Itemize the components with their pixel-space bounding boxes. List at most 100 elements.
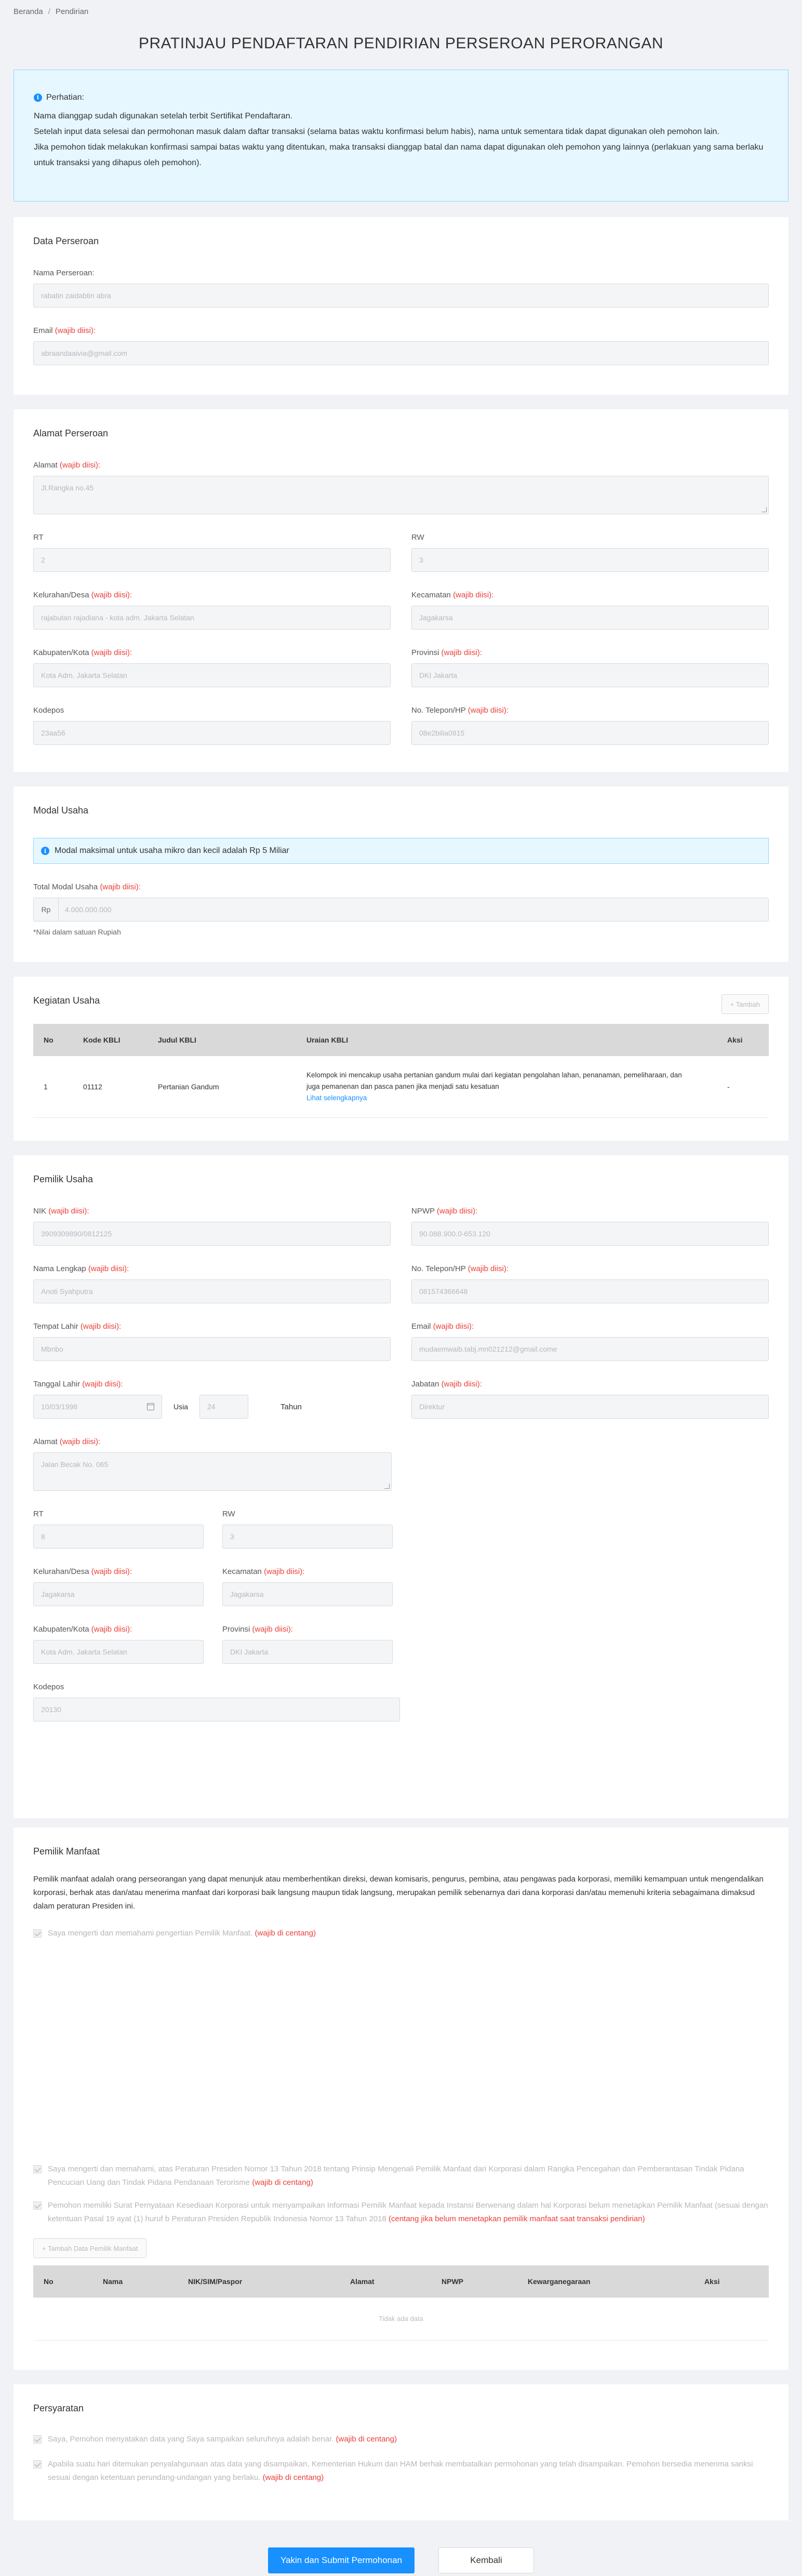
checkbox[interactable] — [33, 2460, 42, 2468]
table-header: Nama — [103, 2277, 123, 2286]
calendar-icon[interactable] — [147, 1403, 154, 1410]
jabatan-field[interactable]: Direktur — [411, 1395, 769, 1419]
kodepos-field[interactable]: 23aa56 — [33, 721, 391, 745]
kelurahan-field[interactable]: Jagakarsa — [33, 1582, 204, 1606]
field-label: Total Modal Usaha (wajib diisi): — [33, 883, 141, 891]
table-header: No — [44, 2277, 54, 2286]
table-cell: Pertanian Gandum — [148, 1056, 296, 1118]
field-label: Kecamatan (wajib diisi): — [411, 591, 494, 599]
usia-field: 24 — [199, 1395, 249, 1419]
field-label: RW — [411, 533, 424, 542]
page: Beranda / Pendirian PRATINJAU PENDAFTARA… — [0, 0, 802, 2576]
table-cell: Kelompok ini mencakup usaha pertanian ga… — [296, 1056, 717, 1118]
total-modal-value[interactable]: 4.000.000.000 — [59, 898, 768, 921]
field-label: Kabupaten/Kota (wajib diisi): — [33, 1625, 132, 1634]
submit-button[interactable]: Yakin dan Submit Permohonan — [268, 2547, 415, 2573]
rw-field[interactable]: 3 — [222, 1525, 393, 1549]
manfaat-check-3[interactable]: Pemohon memiliki Surat Pernyataan Kesedi… — [33, 2199, 769, 2226]
persyaratan-check-2[interactable]: Apabila suatu hari ditemukan penyalahgun… — [33, 2458, 769, 2485]
rw-field[interactable]: 3 — [411, 548, 769, 572]
provinsi-field[interactable]: DKI Jakarta — [222, 1640, 393, 1664]
field-label: Kelurahan/Desa (wajib diisi): — [33, 1567, 132, 1576]
field-label: Kelurahan/Desa (wajib diisi): — [33, 591, 132, 599]
breadcrumb: Beranda / Pendirian — [0, 0, 802, 23]
checkbox[interactable] — [33, 1929, 42, 1938]
section-title: Pemilik Usaha — [33, 1174, 93, 1184]
kbli-table: No Kode KBLI Judul KBLI Uraian KBLI Aksi… — [33, 1024, 769, 1118]
email-field[interactable]: abraandaaivia@gmail.com — [33, 341, 769, 365]
nik-field[interactable]: 3909309890/0812125 — [33, 1222, 391, 1246]
tempat-lahir-field[interactable]: Mbnbo — [33, 1337, 391, 1361]
section-title: Kegiatan Usaha — [33, 995, 100, 1006]
alamat-textarea[interactable]: Jalan Becak No. 065 — [33, 1452, 392, 1491]
provinsi-field[interactable]: DKI Jakarta — [411, 663, 769, 687]
field-label: Email (wajib diisi): — [411, 1322, 474, 1331]
tanggal-lahir-field[interactable]: 10/03/1998 — [33, 1395, 162, 1419]
breadcrumb-home[interactable]: Beranda — [14, 7, 43, 16]
field-label: Jabatan (wajib diisi): — [411, 1380, 482, 1389]
manfaat-check-2[interactable]: Saya mengerti dan memahami, atas Peratur… — [33, 2163, 769, 2190]
nama-perseroan-field[interactable]: rabatin zaidabtin abra — [33, 284, 769, 308]
checkbox[interactable] — [33, 2165, 42, 2173]
notice-line: Jika pemohon tidak melakukan konfirmasi … — [34, 143, 764, 167]
field-label: No. Telepon/HP (wajib diisi): — [411, 706, 509, 715]
lihat-selengkapnya-link[interactable]: Lihat selengkapnya — [306, 1092, 706, 1104]
npwp-field[interactable]: 90.088.900.0-653.120 — [411, 1222, 769, 1246]
breadcrumb-separator: / — [48, 7, 50, 16]
kodepos-field[interactable]: 20130 — [33, 1698, 400, 1721]
kabupaten-field[interactable]: Kota Adm. Jakarta Selatan — [33, 1640, 204, 1664]
notice-box: i Perhatian: Nama dianggap sudah digunak… — [14, 70, 788, 202]
rt-field[interactable]: 2 — [33, 548, 391, 572]
action-buttons: Yakin dan Submit Permohonan Kembali — [0, 2547, 802, 2573]
kecamatan-field[interactable]: Jagakarsa — [222, 1582, 393, 1606]
email-field[interactable]: mudaemwaib.tabj.mn021212@gmail.come — [411, 1337, 769, 1361]
table-header: Kode KBLI — [83, 1036, 121, 1044]
table-row: 1 01112 Pertanian Gandum Kelompok ini me… — [33, 1056, 769, 1118]
kelurahan-field[interactable]: rajabutan rajadiana - kota adm. Jakarta … — [33, 606, 391, 630]
field-label: No. Telepon/HP (wajib diisi): — [411, 1264, 509, 1273]
persyaratan-check-1[interactable]: Saya, Pemohon menyatakan data yang Saya … — [33, 2433, 769, 2446]
back-button[interactable]: Kembali — [438, 2547, 534, 2573]
alamat-textarea[interactable]: Jl.Rangka no.45 — [33, 476, 769, 514]
field-label: Provinsi (wajib diisi): — [411, 648, 482, 657]
table-header: NIK/SIM/Paspor — [188, 2277, 243, 2286]
tambah-pemilik-manfaat-button[interactable]: + Tambah Data Pemilik Manfaat — [33, 2238, 147, 2258]
telepon-field[interactable]: 081574366648 — [411, 1279, 769, 1303]
field-label: Provinsi (wajib diisi): — [222, 1625, 293, 1634]
kabupaten-field[interactable]: Kota Adm. Jakarta Selatan — [33, 663, 391, 687]
page-title: PRATINJAU PENDAFTARAN PENDIRIAN PERSEROA… — [138, 35, 664, 52]
table-cell: 1 — [33, 1056, 73, 1118]
notice-line: Setelah input data selesai dan permohona… — [34, 127, 719, 136]
field-label: Nama Lengkap (wajib diisi): — [33, 1264, 129, 1273]
table-cell: 01112 — [73, 1056, 148, 1118]
field-label: NIK (wajib diisi): — [33, 1207, 89, 1216]
section-title: Persyaratan — [33, 2403, 84, 2413]
table-header: Uraian KBLI — [306, 1036, 349, 1044]
nama-lengkap-field[interactable]: Anoti Syahputra — [33, 1279, 391, 1303]
checkbox[interactable] — [33, 2435, 42, 2444]
field-label: Email (wajib diisi): — [33, 326, 96, 335]
field-label: RT — [33, 1510, 44, 1518]
resize-handle-icon[interactable] — [384, 1484, 390, 1489]
resize-handle-icon[interactable] — [761, 507, 767, 512]
kecamatan-field[interactable]: Jagakarsa — [411, 606, 769, 630]
tahun-label: Tahun — [280, 1402, 302, 1411]
uraian-text: Kelompok ini mencakup usaha pertanian ga… — [306, 1071, 682, 1090]
rt-field[interactable]: 8 — [33, 1525, 204, 1549]
field-label: NPWP (wajib diisi): — [411, 1207, 478, 1216]
telepon-field[interactable]: 08e2bilia0815 — [411, 721, 769, 745]
table-header: Alamat — [350, 2277, 375, 2286]
field-label: Nama Perseroan: — [33, 269, 95, 277]
total-modal-field[interactable]: Rp 4.000.000.000 — [33, 898, 769, 922]
empty-text: Tidak ada data — [33, 2298, 769, 2341]
manfaat-check-1[interactable]: Saya mengerti dan memahami pengertian Pe… — [33, 1927, 769, 1940]
field-label: Kodepos — [33, 706, 64, 715]
info-icon: i — [34, 94, 42, 102]
checkbox[interactable] — [33, 2201, 42, 2210]
persyaratan-card: Persyaratan Saya, Pemohon menyatakan dat… — [14, 2384, 788, 2520]
section-title: Pemilik Manfaat — [33, 1846, 100, 1857]
modal-info-box: i Modal maksimal untuk usaha mikro dan k… — [33, 838, 769, 864]
section-title: Data Perseroan — [33, 236, 99, 246]
tambah-kegiatan-button[interactable]: + Tambah — [721, 994, 769, 1014]
field-label: Alamat (wajib diisi): — [33, 461, 101, 470]
